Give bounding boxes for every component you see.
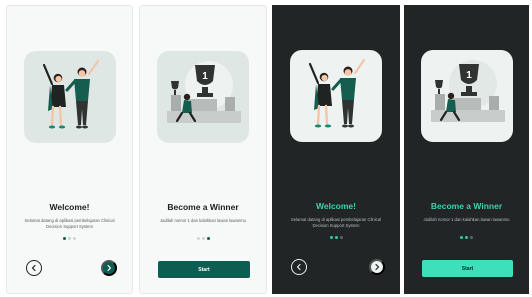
svg-text:1: 1 bbox=[202, 71, 208, 82]
screen-description: Selamat datang di aplikasi pembelajaran … bbox=[290, 217, 382, 228]
page-dot bbox=[73, 237, 76, 240]
chevron-left-icon bbox=[296, 263, 301, 271]
start-button[interactable]: Start bbox=[422, 260, 513, 277]
onboarding-screen-welcome-light: Welcome! Selamat datang di aplikasi pemb… bbox=[6, 5, 133, 294]
onboarding-screen-winner-dark: 1 Become a Winner Jadilah nomor 1 dan ka… bbox=[404, 5, 529, 294]
svg-text:1: 1 bbox=[466, 70, 472, 81]
chevron-right-icon bbox=[107, 264, 112, 272]
page-dot bbox=[68, 237, 71, 240]
page-dot bbox=[196, 237, 200, 240]
screen-description: Jadilah nomor 1 dan kalahkan lawan lawan… bbox=[423, 217, 510, 222]
screen-title: Welcome! bbox=[49, 202, 90, 212]
chevron-right-icon bbox=[375, 263, 380, 271]
page-indicator bbox=[272, 236, 400, 239]
page-dot bbox=[201, 237, 205, 240]
start-button[interactable]: Start bbox=[158, 261, 250, 278]
screen-description: Selamat datang di aplikasi pembelajaran … bbox=[24, 218, 115, 229]
previous-button[interactable] bbox=[291, 259, 307, 275]
onboarding-screen-winner-light: 1 Become a Winner Jadilah nomor 1 dan ka… bbox=[139, 5, 267, 294]
couple-cheering-illustration bbox=[290, 50, 382, 142]
page-dot-active bbox=[329, 236, 333, 239]
page-dot bbox=[334, 236, 338, 239]
previous-button[interactable] bbox=[26, 260, 42, 276]
trophy-podium-illustration: 1 bbox=[420, 50, 513, 142]
page-dot-active bbox=[63, 237, 66, 240]
page-dot bbox=[465, 236, 468, 239]
next-button[interactable] bbox=[101, 260, 117, 276]
screen-title: Welcome! bbox=[316, 201, 356, 211]
trophy-podium-illustration: 1 bbox=[157, 51, 249, 143]
page-indicator bbox=[7, 237, 132, 240]
onboarding-screen-welcome-dark: Welcome! Selamat datang di aplikasi pemb… bbox=[272, 5, 400, 294]
page-indicator bbox=[140, 237, 266, 240]
next-button[interactable] bbox=[369, 259, 385, 275]
page-dot-active bbox=[206, 237, 210, 240]
page-dot bbox=[460, 236, 463, 239]
page-dot bbox=[339, 236, 343, 239]
chevron-left-icon bbox=[31, 264, 36, 272]
page-indicator bbox=[404, 236, 529, 239]
screen-description: Jadilah nomor 1 dan kalahkan lawan lawan… bbox=[160, 218, 246, 223]
screen-title: Become a Winner bbox=[167, 202, 239, 212]
page-dot bbox=[470, 236, 473, 239]
screen-title: Become a Winner bbox=[430, 201, 503, 211]
couple-cheering-illustration bbox=[23, 51, 116, 143]
